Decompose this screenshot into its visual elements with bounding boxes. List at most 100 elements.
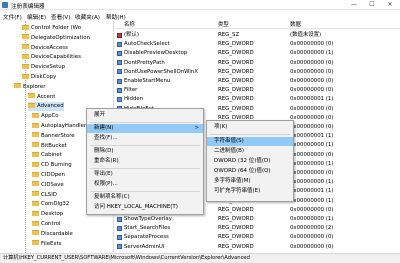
tree-item[interactable]: Discardable (32, 230, 73, 238)
tree-item[interactable]: ComDlg32 (32, 200, 69, 208)
menu-edit[interactable]: 编辑(E) (27, 13, 46, 21)
list-row[interactable]: Start_SearchFiles REG_DWORD 0x00000000 (2) (115, 224, 400, 232)
dword-value-icon (117, 87, 122, 93)
value-data: 0x00000001 (1) (290, 133, 334, 140)
context-menu-item-label: 权限(P)... (94, 181, 118, 187)
tree-item[interactable]: Control (32, 220, 61, 228)
value-type: REG_DWORD (218, 50, 254, 57)
value-type: REG_DWORD (218, 234, 254, 241)
context-menu-item-label: 导出(E) (94, 171, 113, 177)
context-menu-item[interactable]: 权限(P)... (87, 180, 203, 189)
value-data: 0x00000000 (1) (290, 142, 334, 149)
context-menu-item[interactable]: 新建(N) > (87, 124, 203, 133)
list-row[interactable]: DisablePreviewDesktop REG_DWORD 0x00000000… (115, 49, 400, 57)
tree-item[interactable]: DiskCopy (22, 73, 56, 81)
new-submenu: 项(K) 字符串值(S) 二进制值(B) DWORD (32 位)值(D) QWORD … (206, 120, 294, 202)
value-data: 0x00000000 (0) (290, 68, 334, 75)
tree-item[interactable]: Accent (28, 93, 55, 101)
list-row[interactable]: DontPrettyPath REG_DWORD 0x00000000 (0) (115, 59, 400, 67)
context-menu-item[interactable]: 展开 (87, 111, 203, 120)
submenu-item-label: 字符串值(S) (214, 138, 244, 144)
list-row[interactable]: Filter REG_DWORD 0x00000000 (0) (115, 86, 400, 94)
context-menu-item[interactable]: 查找(F)... (87, 134, 203, 143)
tree-item[interactable]: Advanced (28, 102, 64, 111)
value-type: REG_DWORD (218, 216, 254, 222)
tree-item[interactable]: BannerStore (32, 132, 75, 140)
context-menu-item-label: 删除(D) (94, 148, 114, 154)
folder-icon (22, 44, 29, 50)
submenu-item[interactable]: DWORD (32 位)值(D) (207, 157, 293, 166)
tree-item[interactable]: Control Folder (Wo (22, 24, 81, 32)
menu-file[interactable]: 文件(F) (3, 13, 22, 21)
folder-icon (22, 24, 29, 30)
list-row[interactable]: SeparateProcess REG_DWORD 0x00000000 (0) (115, 233, 400, 241)
header-data[interactable]: 数据 (290, 21, 301, 29)
registry-editor-icon (2, 2, 8, 8)
status-bar: 计算机\HKEY_CURRENT_USER\SOFTWARE\Microsoft… (0, 253, 400, 263)
value-type: REG_DWORD (218, 87, 254, 94)
tree-item[interactable]: CIDOpen (32, 171, 65, 179)
context-menu-item-label: 复制项名称(C) (94, 194, 130, 200)
tree-item[interactable]: Desktop (32, 210, 63, 218)
tree-item-label: Advanced (37, 103, 64, 110)
tree-item[interactable]: DeviceAccess (22, 44, 68, 52)
context-menu-item[interactable]: 删除(D) (87, 147, 203, 156)
tree-item[interactable]: AppCo (32, 112, 59, 120)
tree-item-label: Discardable (41, 230, 73, 237)
tree-item-label: Control (41, 221, 61, 227)
list-row[interactable]: AutoCheckSelect REG_DWORD 0x00000000 (0) (115, 40, 400, 48)
folder-icon (32, 220, 39, 226)
folder-icon (28, 102, 35, 108)
folder-icon (32, 200, 39, 206)
context-menu-item[interactable]: 重命名(R) (87, 157, 203, 166)
tree-item[interactable]: CLSID (32, 191, 57, 199)
minimize-button[interactable]: — (345, 0, 363, 10)
submenu-item[interactable]: 二进制值(B) (207, 147, 293, 156)
value-data: 0x00000000 (0) (290, 170, 334, 176)
list-row[interactable]: ServerAdminUI REG_DWORD 0x00000000 (0) (115, 243, 400, 251)
tree-item[interactable]: FileExts (32, 240, 62, 248)
menu-favorites[interactable]: 收藏夹(A) (75, 13, 100, 21)
list-row[interactable]: Hidden REG_DWORD 0x00000001 (1) (115, 95, 400, 103)
submenu-item[interactable]: QWORD (64 位)值(Q) (207, 167, 293, 176)
submenu-item[interactable]: 可扩充字符串值(E) (207, 187, 293, 196)
value-data: 0x00000001 (1) (290, 188, 334, 195)
header-type[interactable]: 类型 (218, 21, 229, 29)
value-type: REG_DWORD (218, 96, 254, 103)
tree-item[interactable]: DelegateOptimization (22, 34, 90, 42)
tree-item[interactable]: DeviceSetup (22, 63, 65, 71)
maximize-button[interactable]: ☐ (363, 0, 381, 10)
value-type: REG_DWORD (218, 41, 254, 48)
folder-icon (28, 93, 35, 99)
folder-icon (32, 132, 39, 138)
context-menu-item[interactable]: 复制项名称(C) (87, 193, 203, 202)
submenu-item[interactable]: 多字符串值(M) (207, 177, 293, 186)
menu-bar: 文件(F) 编辑(E) 查看(V) 收藏夹(A) 帮助(H) (0, 11, 400, 21)
list-row[interactable]: EnableStartMenu REG_DWORD 0x00000000 (0) (115, 77, 400, 85)
tree-item[interactable]: CIDSave (32, 181, 64, 189)
tree-item-label: AutoplayHandlers (41, 123, 89, 129)
tree-item[interactable]: CD Burning (32, 161, 72, 169)
context-menu-item[interactable]: 导出(E) (87, 170, 203, 179)
list-row[interactable]: ShowTypeOverlay REG_DWORD 0x00000000 (1) (115, 215, 400, 223)
tree-item[interactable]: BitBucket (32, 142, 67, 150)
close-button[interactable]: ✕ (381, 0, 399, 10)
folder-icon (32, 122, 39, 128)
tree-item[interactable]: Cabinet (32, 151, 62, 159)
submenu-item[interactable]: 项(K) (207, 123, 293, 132)
tree-item[interactable]: Explorer (14, 83, 45, 91)
tree-item[interactable]: DeviceCapabilities (22, 53, 81, 61)
context-menu-item[interactable]: 访问 HKEY_LOCAL_MACHINE(T) (87, 203, 203, 212)
menu-separator (210, 134, 290, 135)
tree-item[interactable]: AutoplayHandlers (32, 122, 89, 130)
value-name: DontPrettyPath (124, 59, 165, 66)
value-data: 0x00000000 (0) (290, 234, 334, 241)
header-name[interactable]: 名称 (124, 21, 135, 29)
list-row[interactable]: (默认) REG_SZ (数值未设置) (115, 31, 400, 39)
dword-value-icon (117, 69, 122, 75)
menu-view[interactable]: 查看(V) (51, 13, 70, 21)
value-data: 0x00000000 (1) (290, 216, 334, 222)
submenu-item[interactable]: 字符串值(S) (207, 137, 293, 146)
menu-help[interactable]: 帮助(H) (106, 13, 126, 21)
list-row[interactable]: DontUsePowerShellOnWinX REG_DWORD 0x000000… (115, 68, 400, 76)
